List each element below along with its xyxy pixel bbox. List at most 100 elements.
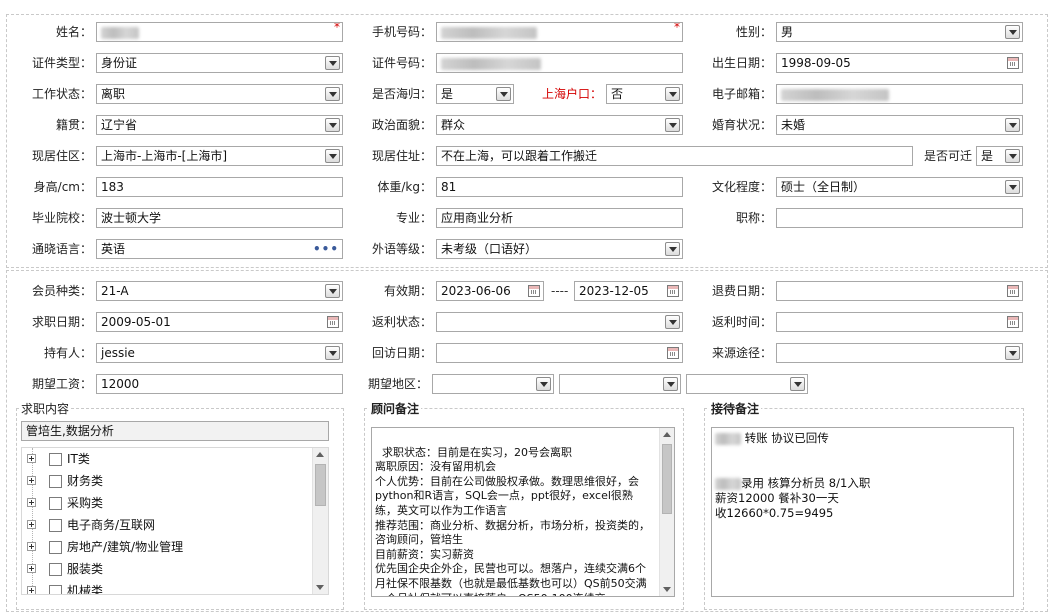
dropdown-arrow-icon[interactable] [325, 346, 340, 360]
calendar-icon[interactable] [528, 285, 540, 297]
checkbox[interactable] [49, 497, 62, 510]
revisit-date-input[interactable] [436, 343, 683, 363]
region-city-select[interactable] [559, 374, 681, 394]
dropdown-arrow-icon[interactable] [1005, 180, 1020, 194]
mobile-input[interactable]: * [436, 22, 683, 42]
member-type-select[interactable]: 21-A [96, 281, 343, 301]
refund-date-input[interactable] [776, 281, 1023, 301]
id-number-input[interactable] [436, 53, 683, 73]
checkbox[interactable] [49, 475, 62, 488]
expand-icon[interactable] [27, 498, 36, 507]
calendar-icon[interactable] [1007, 57, 1019, 69]
rebate-time-input[interactable] [776, 312, 1023, 332]
native-select[interactable]: 辽宁省 [96, 115, 343, 135]
dropdown-arrow-icon[interactable] [790, 377, 805, 391]
height-label: 身高/cm： [33, 180, 92, 194]
returnee-select[interactable]: 是 [436, 84, 514, 104]
school-input[interactable]: 波士顿大学 [96, 208, 343, 228]
notes-scrollbar[interactable] [659, 428, 674, 596]
weight-label: 体重/kg： [377, 180, 432, 194]
dropdown-arrow-icon[interactable] [536, 377, 551, 391]
residence-area-select[interactable]: 上海市-上海市-[上海市] [96, 146, 343, 166]
dropdown-arrow-icon[interactable] [1005, 346, 1020, 360]
holder-select[interactable]: jessie [96, 343, 343, 363]
valid-to-input[interactable]: 2023-12-05 [574, 281, 683, 301]
region-district-select[interactable] [686, 374, 808, 394]
reception-notes-textarea[interactable]: 转账 协议已回传 录用 核算分析员 8/1入职 薪资12000 餐补30一天 收… [711, 427, 1014, 597]
id-type-select[interactable]: 身份证 [96, 53, 343, 73]
residence-address-input[interactable]: 不在上海，可以跟着工作搬迁 [436, 146, 913, 166]
dropdown-arrow-icon[interactable] [1005, 25, 1020, 39]
expand-icon[interactable] [27, 454, 36, 463]
checkbox[interactable] [49, 563, 62, 576]
expand-icon[interactable] [27, 586, 36, 594]
dropdown-arrow-icon[interactable] [325, 118, 340, 132]
calendar-icon[interactable] [1007, 285, 1019, 297]
height-input[interactable]: 183 [96, 177, 343, 197]
scroll-thumb[interactable] [315, 464, 326, 506]
dropdown-arrow-icon[interactable] [325, 149, 340, 163]
expand-icon[interactable] [27, 542, 36, 551]
calendar-icon[interactable] [667, 347, 679, 359]
dropdown-arrow-icon[interactable] [665, 242, 680, 256]
scroll-down-icon[interactable] [663, 587, 671, 592]
language-input[interactable]: 英语 ••• [96, 239, 343, 259]
hukou-select[interactable]: 否 [606, 84, 683, 104]
relocate-select[interactable]: 是 [976, 146, 1023, 166]
calendar-icon[interactable] [1007, 316, 1019, 328]
email-label: 电子邮箱： [711, 87, 772, 101]
dropdown-arrow-icon[interactable] [325, 284, 340, 298]
checkbox[interactable] [49, 519, 62, 532]
major-input[interactable]: 应用商业分析 [436, 208, 683, 228]
salary-input[interactable]: 12000 [96, 374, 343, 394]
weight-input[interactable]: 81 [436, 177, 683, 197]
email-input[interactable] [776, 84, 1023, 104]
height-value: 183 [101, 180, 124, 194]
dropdown-arrow-icon[interactable] [663, 377, 678, 391]
rebate-status-select[interactable] [436, 312, 683, 332]
work-status-select[interactable]: 离职 [96, 84, 343, 104]
checkbox[interactable] [49, 453, 62, 466]
language-value: 英语 [101, 242, 126, 256]
region-province-select[interactable] [432, 374, 554, 394]
checkbox[interactable] [49, 585, 62, 594]
name-input[interactable]: * [96, 22, 343, 42]
title-input[interactable] [776, 208, 1023, 228]
expand-icon[interactable] [27, 520, 36, 529]
more-options-icon[interactable]: ••• [313, 240, 339, 258]
member-type-label: 会员种类： [31, 284, 92, 298]
marital-label: 婚育状况： [711, 118, 772, 132]
job-content-title: 求职内容 [19, 401, 72, 417]
marital-select[interactable]: 未婚 [776, 115, 1023, 135]
political-select[interactable]: 群众 [436, 115, 683, 135]
expand-icon[interactable] [27, 564, 36, 573]
consultant-notes-textarea[interactable]: 求职状态：目前是在实习，20号会离职 离职原因：没有留用机会 个人优势：目前在公… [371, 427, 675, 597]
scroll-up-icon[interactable] [316, 452, 324, 457]
dropdown-arrow-icon[interactable] [665, 118, 680, 132]
expand-icon[interactable] [27, 476, 36, 485]
scroll-thumb[interactable] [662, 444, 672, 514]
source-select[interactable] [776, 343, 1023, 363]
calendar-icon[interactable] [667, 285, 679, 297]
dropdown-arrow-icon[interactable] [665, 315, 680, 329]
scroll-down-icon[interactable] [316, 585, 324, 590]
education-value: 硕士（全日制） [781, 180, 866, 194]
dropdown-arrow-icon[interactable] [325, 56, 340, 70]
gender-select[interactable]: 男 [776, 22, 1023, 42]
relocate-label: 是否可迁 [923, 149, 972, 163]
dropdown-arrow-icon[interactable] [496, 87, 511, 101]
dropdown-arrow-icon[interactable] [1005, 149, 1020, 163]
calendar-icon[interactable] [327, 316, 339, 328]
checkbox[interactable] [49, 541, 62, 554]
dropdown-arrow-icon[interactable] [665, 87, 680, 101]
valid-from-input[interactable]: 2023-06-06 [436, 281, 544, 301]
scroll-up-icon[interactable] [663, 432, 671, 437]
dropdown-arrow-icon[interactable] [325, 87, 340, 101]
education-select[interactable]: 硕士（全日制） [776, 177, 1023, 197]
job-date-input[interactable]: 2009-05-01 [96, 312, 343, 332]
category-tree: IT类 财务类 采购类 电子商务/互联网 房地产/建筑/物业管理 服装类 机械类 [21, 447, 329, 595]
foreign-level-select[interactable]: 未考级（口语好） [436, 239, 683, 259]
birth-date-input[interactable]: 1998-09-05 [776, 53, 1023, 73]
tree-scrollbar[interactable] [312, 448, 328, 594]
dropdown-arrow-icon[interactable] [1005, 118, 1020, 132]
